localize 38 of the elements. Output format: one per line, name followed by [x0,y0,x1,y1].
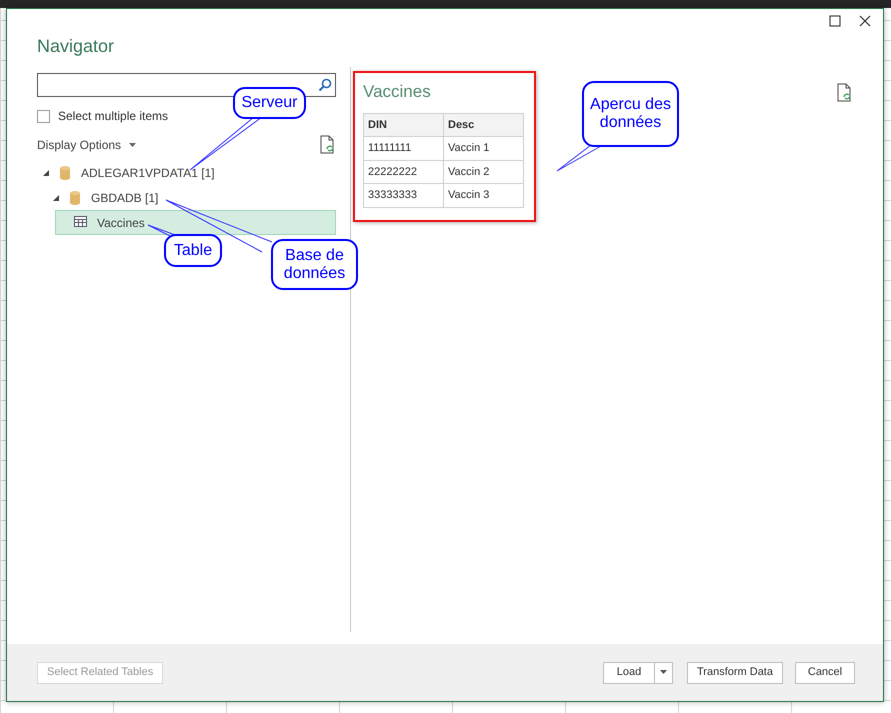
database-icon [69,190,81,205]
collapse-icon[interactable] [43,170,49,176]
table-cell: 22222222 [364,160,444,184]
cancel-button[interactable]: Cancel [795,662,855,684]
table-cell: Vaccin 1 [444,136,524,160]
close-icon[interactable] [859,15,871,27]
display-options-dropdown[interactable]: Display Options [37,136,136,154]
refresh-icon[interactable] [837,83,853,102]
callout: Table [164,234,222,267]
table-cell: 33333333 [364,184,444,207]
column-header: Desc [444,113,524,136]
checkbox[interactable] [37,110,50,122]
search-field[interactable] [37,73,336,97]
callout: Apercu des données [582,81,679,147]
window-title: Navigator [37,36,114,56]
load-button[interactable]: Load [602,662,655,684]
transform-data-button[interactable]: Transform Data [686,662,783,684]
caret-icon [660,670,667,674]
maximize-icon[interactable] [829,15,841,27]
table-icon [74,215,87,230]
table-cell: Vaccin 3 [444,184,524,207]
refresh-icon[interactable] [320,135,336,154]
dropdown-button[interactable] [654,662,673,684]
tree-item[interactable]: GBDADB [1] [37,185,336,210]
preview-title: Vaccines [363,81,432,103]
table-cell: Vaccin 2 [444,160,524,184]
tree-item[interactable]: ADLEGAR1VPDATA1 [1] [37,160,336,185]
leader-line [556,144,602,172]
callout: Serveur [233,87,306,119]
column-header: DIN [364,113,444,136]
callout: Base de données [271,239,358,290]
checkbox-label: Select multiple items [58,108,168,125]
table-cell: 11111111 [364,136,444,160]
database-icon [59,165,71,180]
tree-item[interactable]: Vaccines [55,210,336,235]
caret-icon [129,142,136,146]
collapse-icon[interactable] [53,194,59,200]
search-icon[interactable] [318,78,332,92]
